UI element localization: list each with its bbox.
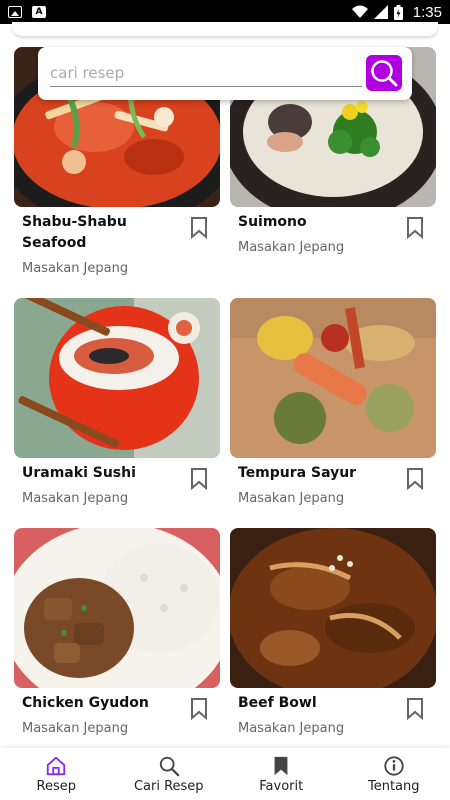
bookmark-icon[interactable] — [406, 468, 424, 490]
nav-cari-resep[interactable]: Cari Resep — [113, 748, 226, 800]
recipe-card[interactable]: Beef Bowl Masakan Jepang — [230, 528, 436, 736]
recipe-title: Beef Bowl — [238, 695, 317, 711]
recipe-title: Suimono — [238, 214, 307, 230]
recipe-title: Tempura Sayur — [238, 465, 357, 481]
recipe-title: Shabu-Shabu Seafood — [22, 214, 127, 251]
recipe-category: Masakan Jepang — [238, 491, 345, 506]
nav-tentang[interactable]: Tentang — [338, 748, 450, 800]
nav-label: Resep — [36, 778, 76, 794]
bookmark-icon — [274, 756, 288, 775]
bookmark-icon[interactable] — [406, 217, 424, 239]
search-icon — [159, 756, 180, 776]
bookmark-icon[interactable] — [190, 698, 208, 720]
recipe-category: Masakan Jepang — [22, 491, 129, 506]
image-icon — [8, 6, 22, 18]
uramaki-sushi-photo — [14, 298, 220, 458]
home-icon — [47, 756, 66, 775]
search-button[interactable] — [366, 55, 402, 91]
search-input[interactable] — [50, 59, 362, 87]
search-icon — [371, 60, 398, 87]
recipe-card[interactable]: Tempura Sayur Masakan Jepang — [230, 298, 436, 506]
tempura-sayur-photo — [230, 298, 436, 458]
status-time: 1:35 — [412, 3, 442, 21]
recipe-category: Masakan Jepang — [22, 721, 129, 736]
battery-icon — [393, 4, 403, 20]
signal-icon — [373, 5, 388, 19]
nav-favorit[interactable]: Favorit — [225, 748, 338, 800]
chicken-gyudon-photo — [14, 528, 220, 688]
nav-label: Cari Resep — [133, 778, 204, 794]
recipe-category: Masakan Jepang — [22, 261, 129, 276]
recipe-category: Masakan Jepang — [238, 240, 345, 255]
search-bar — [38, 47, 412, 100]
info-icon — [384, 755, 404, 776]
nav-resep[interactable]: Resep — [0, 748, 113, 800]
recipe-card[interactable]: Chicken Gyudon Masakan Jepang — [14, 528, 220, 736]
bottom-navigation: Resep Cari Resep Favorit Tentang — [0, 748, 450, 800]
beef-bowl-photo — [230, 528, 436, 688]
recipe-card[interactable]: Uramaki Sushi Masakan Jepang — [14, 298, 220, 506]
recipe-category: Masakan Jepang — [238, 721, 345, 736]
bookmark-icon[interactable] — [190, 217, 208, 239]
nav-label: Favorit — [259, 778, 304, 794]
recipe-title: Chicken Gyudon — [22, 695, 149, 711]
bookmark-icon[interactable] — [406, 698, 424, 720]
top-strip — [12, 22, 438, 36]
bookmark-icon[interactable] — [190, 468, 208, 490]
nav-label: Tentang — [367, 778, 420, 794]
status-bar: A 1:35 — [0, 0, 450, 24]
recipe-title: Uramaki Sushi — [22, 465, 136, 481]
a-badge-icon: A — [32, 6, 46, 18]
wifi-icon — [351, 5, 368, 18]
